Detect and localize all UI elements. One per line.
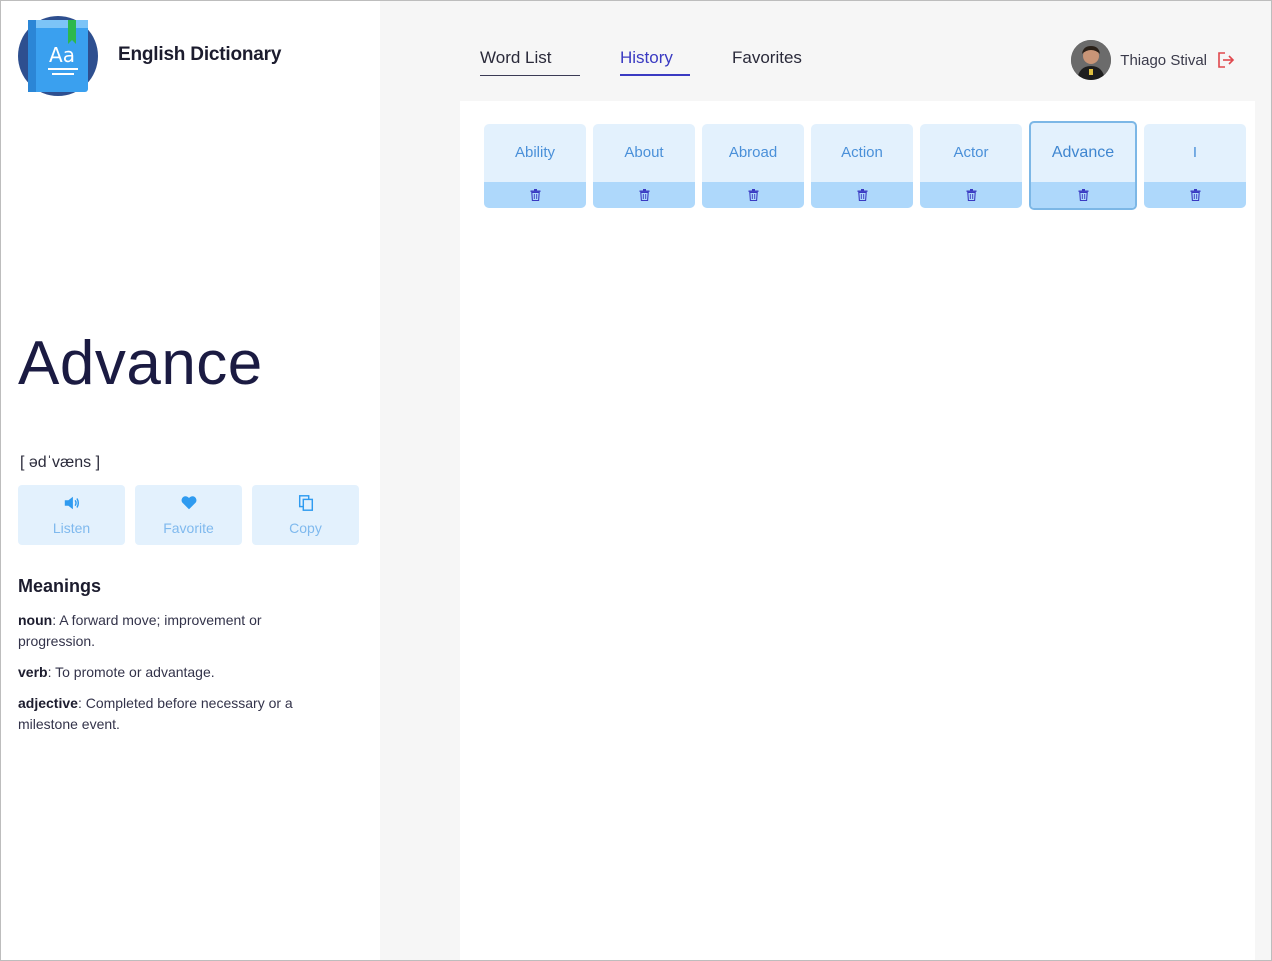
meaning-item: verb: To promote or advantage. bbox=[18, 662, 338, 683]
history-word: Actor bbox=[953, 144, 989, 161]
word-actions: Listen Favorite Copy bbox=[18, 485, 359, 545]
delete-button[interactable] bbox=[593, 182, 695, 208]
meaning-item: noun: A forward move; improvement or pro… bbox=[18, 610, 338, 652]
user-name: Thiago Stival bbox=[1120, 51, 1207, 69]
history-word: I bbox=[1192, 144, 1198, 161]
app-logo: Aa bbox=[18, 16, 98, 96]
tab-label: Favorites bbox=[732, 48, 802, 67]
tab-favorites[interactable]: Favorites bbox=[732, 48, 822, 76]
tab-underline bbox=[620, 74, 690, 76]
avatar[interactable] bbox=[1071, 40, 1112, 80]
word-title: Advance bbox=[18, 329, 263, 398]
listen-button[interactable]: Listen bbox=[18, 485, 125, 545]
history-word: About bbox=[624, 144, 664, 161]
history-card[interactable]: Actor bbox=[920, 124, 1022, 208]
trash-icon bbox=[748, 189, 758, 201]
delete-button[interactable] bbox=[1031, 182, 1135, 208]
history-card[interactable]: Abroad bbox=[702, 124, 804, 208]
speaker-icon bbox=[64, 496, 79, 510]
listen-label: Listen bbox=[52, 520, 91, 536]
logo-lettering: Aa bbox=[49, 43, 75, 67]
history-card[interactable]: Ability bbox=[484, 124, 586, 208]
user-menu: Thiago Stival bbox=[1071, 40, 1236, 80]
history-card[interactable]: Action bbox=[811, 124, 913, 208]
favorite-label: Favorite bbox=[163, 520, 214, 536]
history-word: Advance bbox=[1051, 144, 1115, 161]
history-cards: Ability About Abroad Action Actor Advance I bbox=[484, 121, 1246, 210]
tab-word-list[interactable]: Word List bbox=[480, 48, 580, 76]
trash-icon bbox=[530, 189, 540, 201]
delete-button[interactable] bbox=[484, 182, 586, 208]
trash-icon bbox=[1078, 189, 1088, 201]
word-detail-panel: Aa English Dictionary Advance [ ədˈvæns … bbox=[0, 0, 380, 961]
trash-icon bbox=[1190, 189, 1200, 201]
trash-icon bbox=[639, 189, 649, 201]
favorite-button[interactable]: Favorite bbox=[135, 485, 242, 545]
main-panel: Word List History Favorites Thiago Stiva… bbox=[380, 0, 1272, 961]
delete-button[interactable] bbox=[702, 182, 804, 208]
part-of-speech: verb bbox=[18, 664, 48, 680]
copy-button[interactable]: Copy bbox=[252, 485, 359, 545]
tab-label: Word List bbox=[480, 48, 552, 67]
history-word: Ability bbox=[514, 144, 555, 161]
app-title: English Dictionary bbox=[118, 44, 282, 65]
word-phonetic: [ ədˈvæns ] bbox=[20, 454, 101, 471]
history-word: Action bbox=[841, 144, 883, 161]
tab-label: History bbox=[620, 48, 673, 67]
history-card[interactable]: About bbox=[593, 124, 695, 208]
heart-icon bbox=[181, 496, 196, 510]
trash-icon bbox=[966, 189, 976, 201]
meanings-list: noun: A forward move; improvement or pro… bbox=[18, 610, 338, 745]
meaning-definition: : A forward move; improvement or progres… bbox=[18, 612, 262, 649]
part-of-speech: noun bbox=[18, 612, 53, 628]
copy-label: Copy bbox=[289, 520, 322, 536]
history-card[interactable]: Advance bbox=[1029, 121, 1137, 210]
history-word: Abroad bbox=[728, 144, 778, 161]
tab-history[interactable]: History bbox=[620, 48, 690, 76]
copy-icon bbox=[298, 495, 313, 511]
part-of-speech: adjective bbox=[18, 695, 78, 711]
delete-button[interactable] bbox=[811, 182, 913, 208]
delete-button[interactable] bbox=[920, 182, 1022, 208]
meaning-definition: : To promote or advantage. bbox=[47, 664, 215, 680]
logout-icon[interactable] bbox=[1216, 50, 1236, 70]
meaning-item: adjective: Completed before necessary or… bbox=[18, 693, 338, 735]
meanings-heading: Meanings bbox=[18, 576, 102, 596]
history-content: Ability About Abroad Action Actor Advance I bbox=[460, 101, 1255, 961]
tab-underline bbox=[480, 75, 580, 76]
history-card[interactable]: I bbox=[1144, 124, 1246, 208]
trash-icon bbox=[857, 189, 867, 201]
delete-button[interactable] bbox=[1144, 182, 1246, 208]
